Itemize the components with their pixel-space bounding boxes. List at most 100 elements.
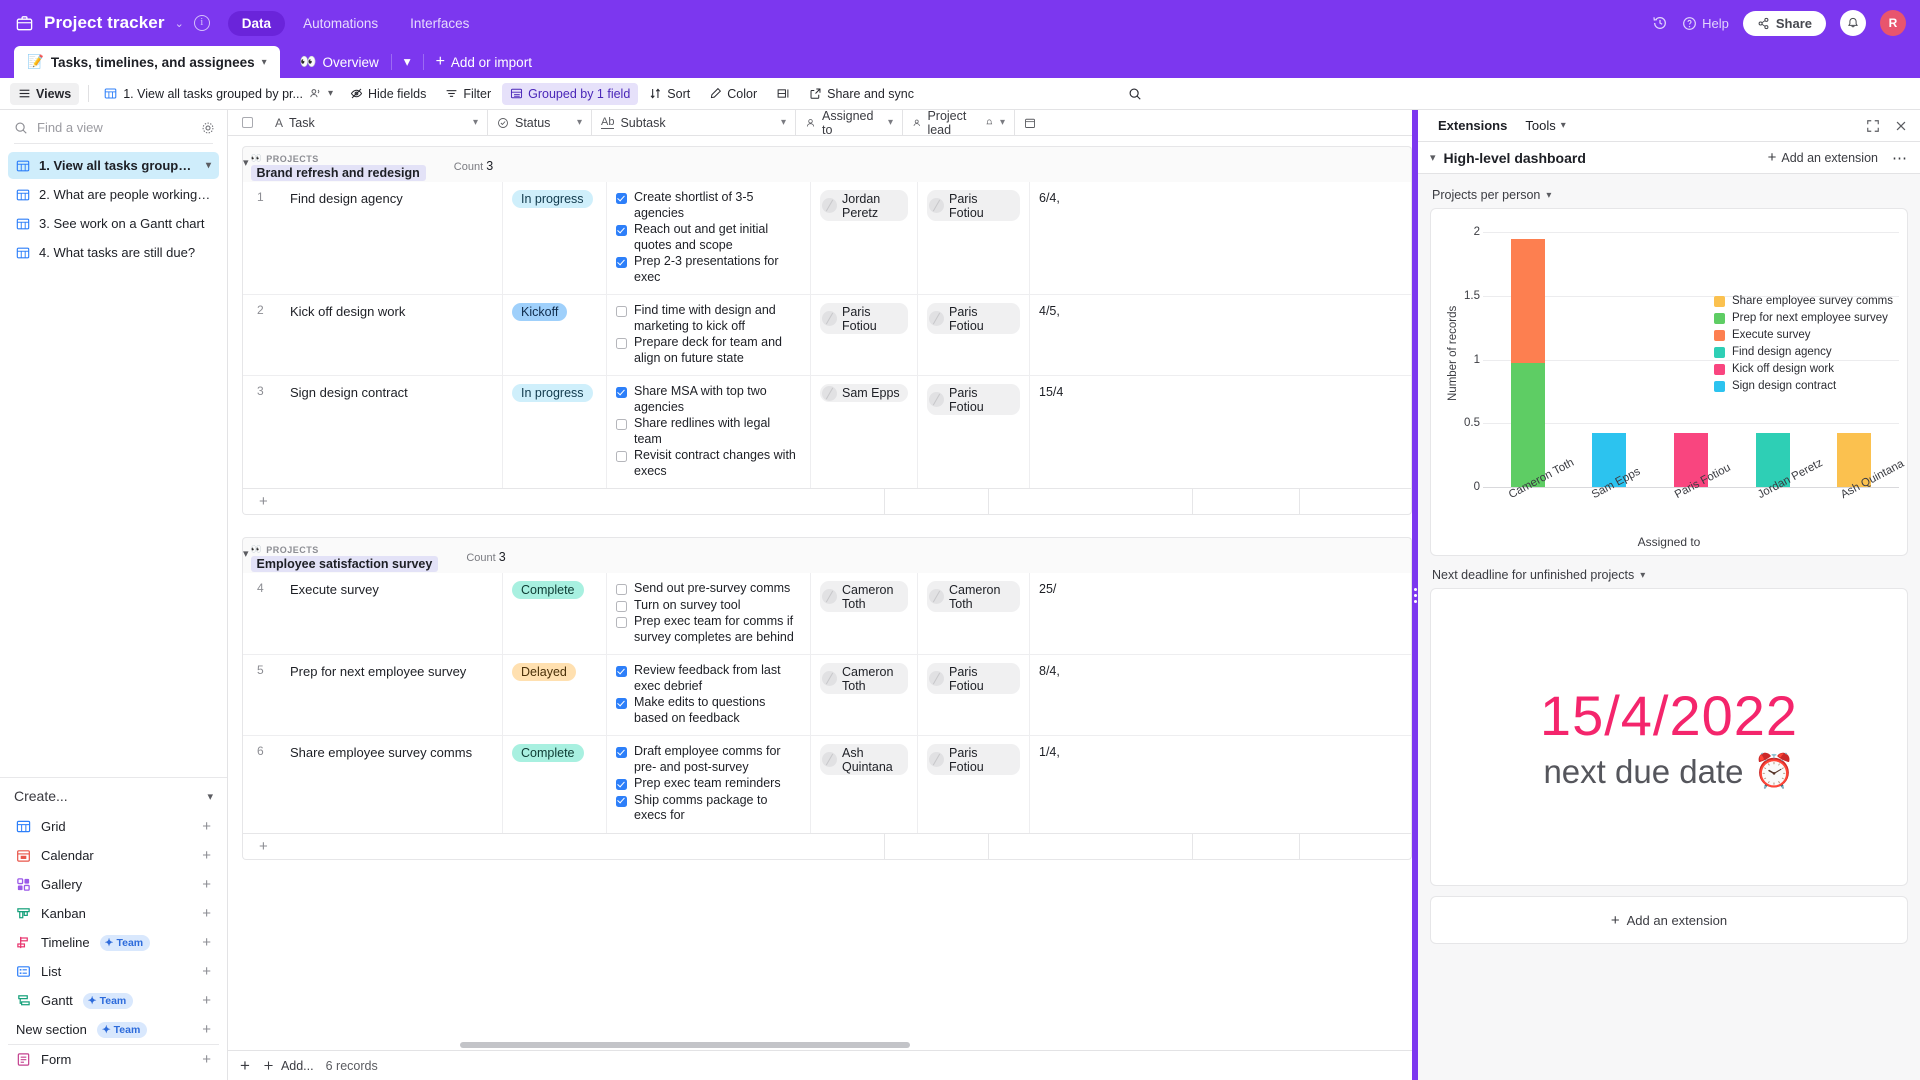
chevron-down-icon[interactable]: ▾ xyxy=(206,160,211,171)
close-icon[interactable] xyxy=(1894,119,1908,133)
table-tab-overview[interactable]: 👀 Overview xyxy=(288,54,391,70)
checkbox-unchecked[interactable] xyxy=(616,451,627,462)
subtask-item[interactable]: Share redlines with legal team xyxy=(616,416,801,447)
subtask-item[interactable]: Find time with design and marketing to k… xyxy=(616,303,801,334)
cell-project-lead[interactable]: Paris Fotiou xyxy=(918,295,1030,375)
subtask-item[interactable]: Draft employee comms for pre- and post-s… xyxy=(616,744,801,775)
create-item-gantt[interactable]: Gantt ✦ Team + xyxy=(8,986,219,1015)
chevron-down-icon[interactable]: ▾ xyxy=(262,57,267,68)
subtask-item[interactable]: Prepare deck for team and align on futur… xyxy=(616,335,801,366)
checkbox-unchecked[interactable] xyxy=(616,584,627,595)
cell-assigned-to[interactable]: Sam Epps xyxy=(811,376,918,488)
plus-icon[interactable]: + xyxy=(202,847,211,864)
subtask-item[interactable]: Share MSA with top two agencies xyxy=(616,384,801,415)
chevron-down-icon[interactable]: ▾ xyxy=(328,88,333,99)
create-item-list[interactable]: List + xyxy=(8,957,219,986)
cell-project-lead[interactable]: Paris Fotiou xyxy=(918,736,1030,833)
checkbox-checked[interactable] xyxy=(616,698,627,709)
create-item-kanban[interactable]: Kanban + xyxy=(8,899,219,928)
checkbox-checked[interactable] xyxy=(616,387,627,398)
subtask-item[interactable]: Send out pre-survey comms xyxy=(616,581,801,597)
user-avatar[interactable]: R xyxy=(1880,10,1906,36)
cell-project-lead[interactable]: Cameron Toth xyxy=(918,573,1030,654)
cell-subtask[interactable]: Create shortlist of 3-5 agencies Reach o… xyxy=(607,182,811,294)
checkbox-checked[interactable] xyxy=(616,779,627,790)
cell-subtask[interactable]: Review feedback from last exec debrief M… xyxy=(607,655,811,735)
legend-item[interactable]: Kick off design work xyxy=(1713,363,1893,375)
cell-date[interactable]: 4/5, xyxy=(1030,295,1090,375)
cell-status[interactable]: In progress xyxy=(503,376,607,488)
cell-project-lead[interactable]: Paris Fotiou xyxy=(918,182,1030,294)
create-item-calendar[interactable]: Calendar + xyxy=(8,841,219,870)
column-header-date[interactable] xyxy=(1015,110,1075,136)
row-height-button[interactable] xyxy=(768,83,798,104)
chevron-down-icon[interactable]: ▾ xyxy=(207,790,213,803)
cell-subtask[interactable]: Find time with design and marketing to k… xyxy=(607,295,811,375)
chevron-down-icon[interactable]: ▾ xyxy=(888,117,893,128)
search-icon[interactable] xyxy=(1120,83,1150,105)
plus-icon[interactable]: + xyxy=(202,1021,211,1038)
cell-date[interactable]: 8/4, xyxy=(1030,655,1090,735)
checkbox-checked[interactable] xyxy=(616,747,627,758)
group-header[interactable]: ▾ 👀 PROJECTS Employee satisfaction surve… xyxy=(242,537,1412,573)
plus-icon[interactable]: + xyxy=(202,818,211,835)
add-or-import-button[interactable]: + Add or import xyxy=(424,53,544,71)
hide-fields-button[interactable]: Hide fields xyxy=(342,83,434,105)
cell-status[interactable]: In progress xyxy=(503,182,607,294)
sort-button[interactable]: Sort xyxy=(641,83,698,105)
group-button[interactable]: Grouped by 1 field xyxy=(502,82,639,105)
cell-assigned-to[interactable]: Cameron Toth xyxy=(811,573,918,654)
tab-data[interactable]: Data xyxy=(227,10,286,36)
cell-date[interactable]: 1/4, xyxy=(1030,736,1090,833)
chevron-down-icon[interactable]: ▾ xyxy=(577,117,582,128)
add-extension-bottom-button[interactable]: + Add an extension xyxy=(1430,896,1908,944)
add-record-button[interactable]: + xyxy=(240,1056,250,1076)
chevron-down-icon[interactable]: ▾ xyxy=(1561,120,1566,131)
cell-subtask[interactable]: Share MSA with top two agencies Share re… xyxy=(607,376,811,488)
cell-project-lead[interactable]: Paris Fotiou xyxy=(918,376,1030,488)
column-header-project-lead[interactable]: Project lead ▾ xyxy=(903,110,1015,137)
select-all-checkbox[interactable] xyxy=(228,117,266,128)
chart-card-header[interactable]: Projects per person ▾ xyxy=(1432,188,1906,202)
sidebar-item-view-2[interactable]: 2. What are people working on? xyxy=(8,181,219,208)
column-header-status[interactable]: Status ▾ xyxy=(488,110,592,136)
info-icon[interactable]: i xyxy=(193,15,210,31)
checkbox-checked[interactable] xyxy=(616,225,627,236)
history-icon[interactable] xyxy=(1652,15,1668,31)
cell-status[interactable]: Delayed xyxy=(503,655,607,735)
legend-item[interactable]: Execute survey xyxy=(1713,329,1893,341)
create-item-form[interactable]: Form + xyxy=(8,1044,219,1074)
create-item-new-section[interactable]: New section ✦ Team + xyxy=(8,1015,219,1044)
checkbox-checked[interactable] xyxy=(616,795,627,807)
create-item-gallery[interactable]: Gallery + xyxy=(8,870,219,899)
share-button[interactable]: Share xyxy=(1742,10,1826,36)
checkbox-checked[interactable] xyxy=(616,257,627,268)
sidebar-item-view-1[interactable]: 1. View all tasks grouped by p... ▾ xyxy=(8,152,219,179)
column-header-assigned-to[interactable]: Assigned to ▾ xyxy=(796,110,903,137)
checkbox-unchecked[interactable] xyxy=(616,306,627,317)
checkbox-unchecked[interactable] xyxy=(616,338,627,349)
cell-date[interactable]: 6/4, xyxy=(1030,182,1090,294)
grid-scroll-region[interactable]: ▾ 👀 PROJECTS Brand refresh and redesign … xyxy=(228,136,1412,1050)
cell-task[interactable]: Prep for next employee survey xyxy=(281,655,503,735)
create-section-header[interactable]: Create... ▾ xyxy=(0,777,227,812)
checkbox-checked[interactable] xyxy=(616,193,627,204)
table-row[interactable]: 6 Share employee survey comms Complete D… xyxy=(243,736,1411,833)
plus-icon[interactable]: + xyxy=(202,992,211,1009)
table-row[interactable]: 1 Find design agency In progress Create … xyxy=(243,182,1411,295)
cell-assigned-to[interactable]: Jordan Peretz xyxy=(811,182,918,294)
sidebar-item-view-4[interactable]: 4. What tasks are still due? xyxy=(8,239,219,266)
cell-task[interactable]: Find design agency xyxy=(281,182,503,294)
subtask-item[interactable]: Turn on survey tool xyxy=(616,598,801,614)
tab-tools[interactable]: Tools ▾ xyxy=(1517,114,1573,137)
chevron-down-icon[interactable]: ▾ xyxy=(473,117,478,128)
subtask-item[interactable]: Ship comms package to execs for xyxy=(616,793,801,824)
chevron-down-icon[interactable]: ▾ xyxy=(1000,117,1005,128)
column-header-task[interactable]: A Task ▾ xyxy=(266,110,488,136)
legend-item[interactable]: Prep for next employee survey xyxy=(1713,312,1893,324)
cell-subtask[interactable]: Draft employee comms for pre- and post-s… xyxy=(607,736,811,833)
add-row-group-2[interactable]: + xyxy=(242,833,1412,860)
add-menu-button[interactable]: Add... xyxy=(262,1059,314,1073)
cell-assigned-to[interactable]: Ash Quintana xyxy=(811,736,918,833)
tables-dropdown[interactable]: ▾ xyxy=(392,54,423,70)
